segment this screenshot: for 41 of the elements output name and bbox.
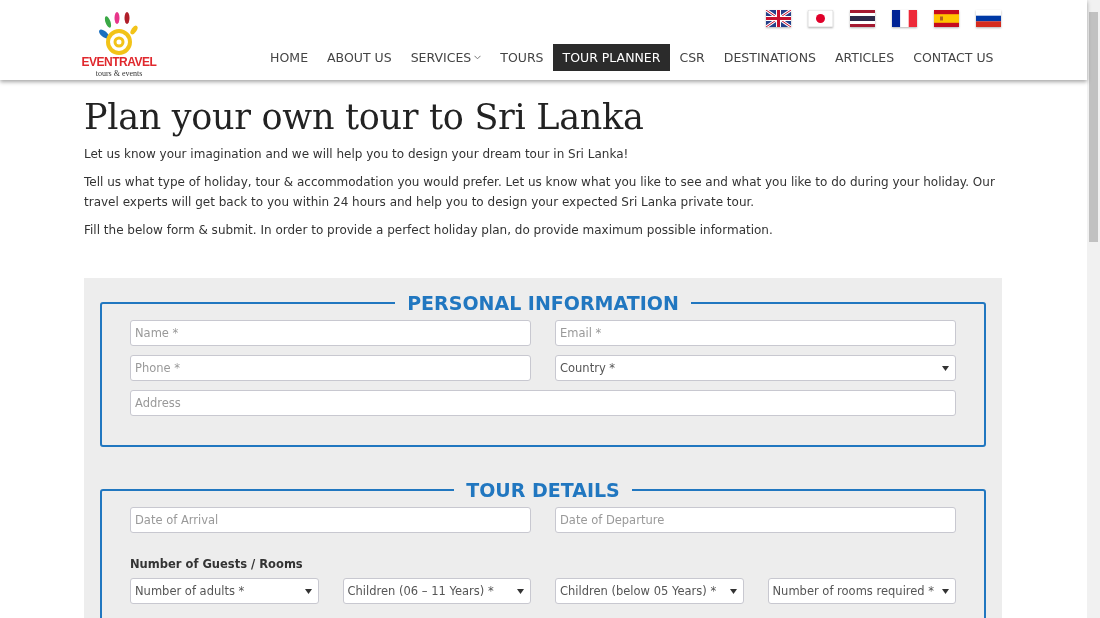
text-field[interactable]: Phone * [130,355,531,381]
intro-paragraph: Tell us what type of holiday, tour & accommodation you would prefer. Let us know what you like to see and what you like to do during your holiday. Our travel experts will get back to you within 24 hours and help you to design your expected Sri Lanka private tour. [84,174,996,211]
text-field[interactable]: Address [130,390,956,416]
dropdown-arrow-icon [729,588,737,594]
dropdown-arrow-icon [304,588,312,594]
nav-link[interactable]: ARTICLES [825,44,904,71]
nav-link[interactable]: ABOUT US [317,44,402,71]
text-field[interactable]: Date of Departure [555,507,956,533]
nav-link[interactable]: CSR [669,44,715,71]
scrollbar-thumb[interactable] [1089,12,1098,242]
nav-link[interactable]: DESTINATIONS [714,44,826,71]
section-title: PERSONAL INFORMATION [406,292,680,314]
text-field[interactable]: Name * [130,320,531,346]
text-field[interactable]: Email * [555,320,956,346]
select-field[interactable]: Children (below 05 Years) * [555,578,744,604]
flag-icon[interactable] [850,10,875,27]
nav-link[interactable]: CONTACT US [903,44,1003,71]
logo-tagline: tours & events [95,69,143,78]
nav-link[interactable]: TOUR PLANNER [553,44,670,71]
flag-icon[interactable] [976,10,1001,27]
field-label: Number of Guests / Rooms [130,557,304,571]
nav-link[interactable]: TOURS [490,44,553,71]
scrollbar[interactable] [1087,0,1100,618]
flag-icon[interactable] [766,10,791,27]
intro-paragraph: Fill the below form & submit. In order to provide a perfect holiday plan, do provide maximum possible information. [84,222,774,239]
dropdown-arrow-icon [517,588,524,594]
select-field[interactable]: Children (06 – 11 Years) * [342,578,531,604]
select-field[interactable]: Number of adults * [130,578,319,604]
nav-link[interactable]: SERVICES [401,44,491,71]
dropdown-arrow-icon [942,365,949,371]
dropdown-arrow-icon [942,588,949,594]
intro-paragraph: Let us know your imagination and we will help you to design your dream tour in Sri Lanka! [84,146,630,163]
select-field[interactable]: Country * [555,355,956,381]
select-field[interactable]: Number of rooms required * [767,578,956,604]
page-heading: Plan your own tour to Sri Lanka [84,96,645,138]
text-field[interactable]: Date of Arrival [130,507,531,533]
logo-text: EVENTRAVEL [81,56,157,69]
hand-logo-icon [97,10,141,56]
nav-link[interactable]: HOME [260,44,318,71]
flag-icon[interactable] [892,10,917,27]
section-title: TOUR DETAILS [465,479,621,501]
